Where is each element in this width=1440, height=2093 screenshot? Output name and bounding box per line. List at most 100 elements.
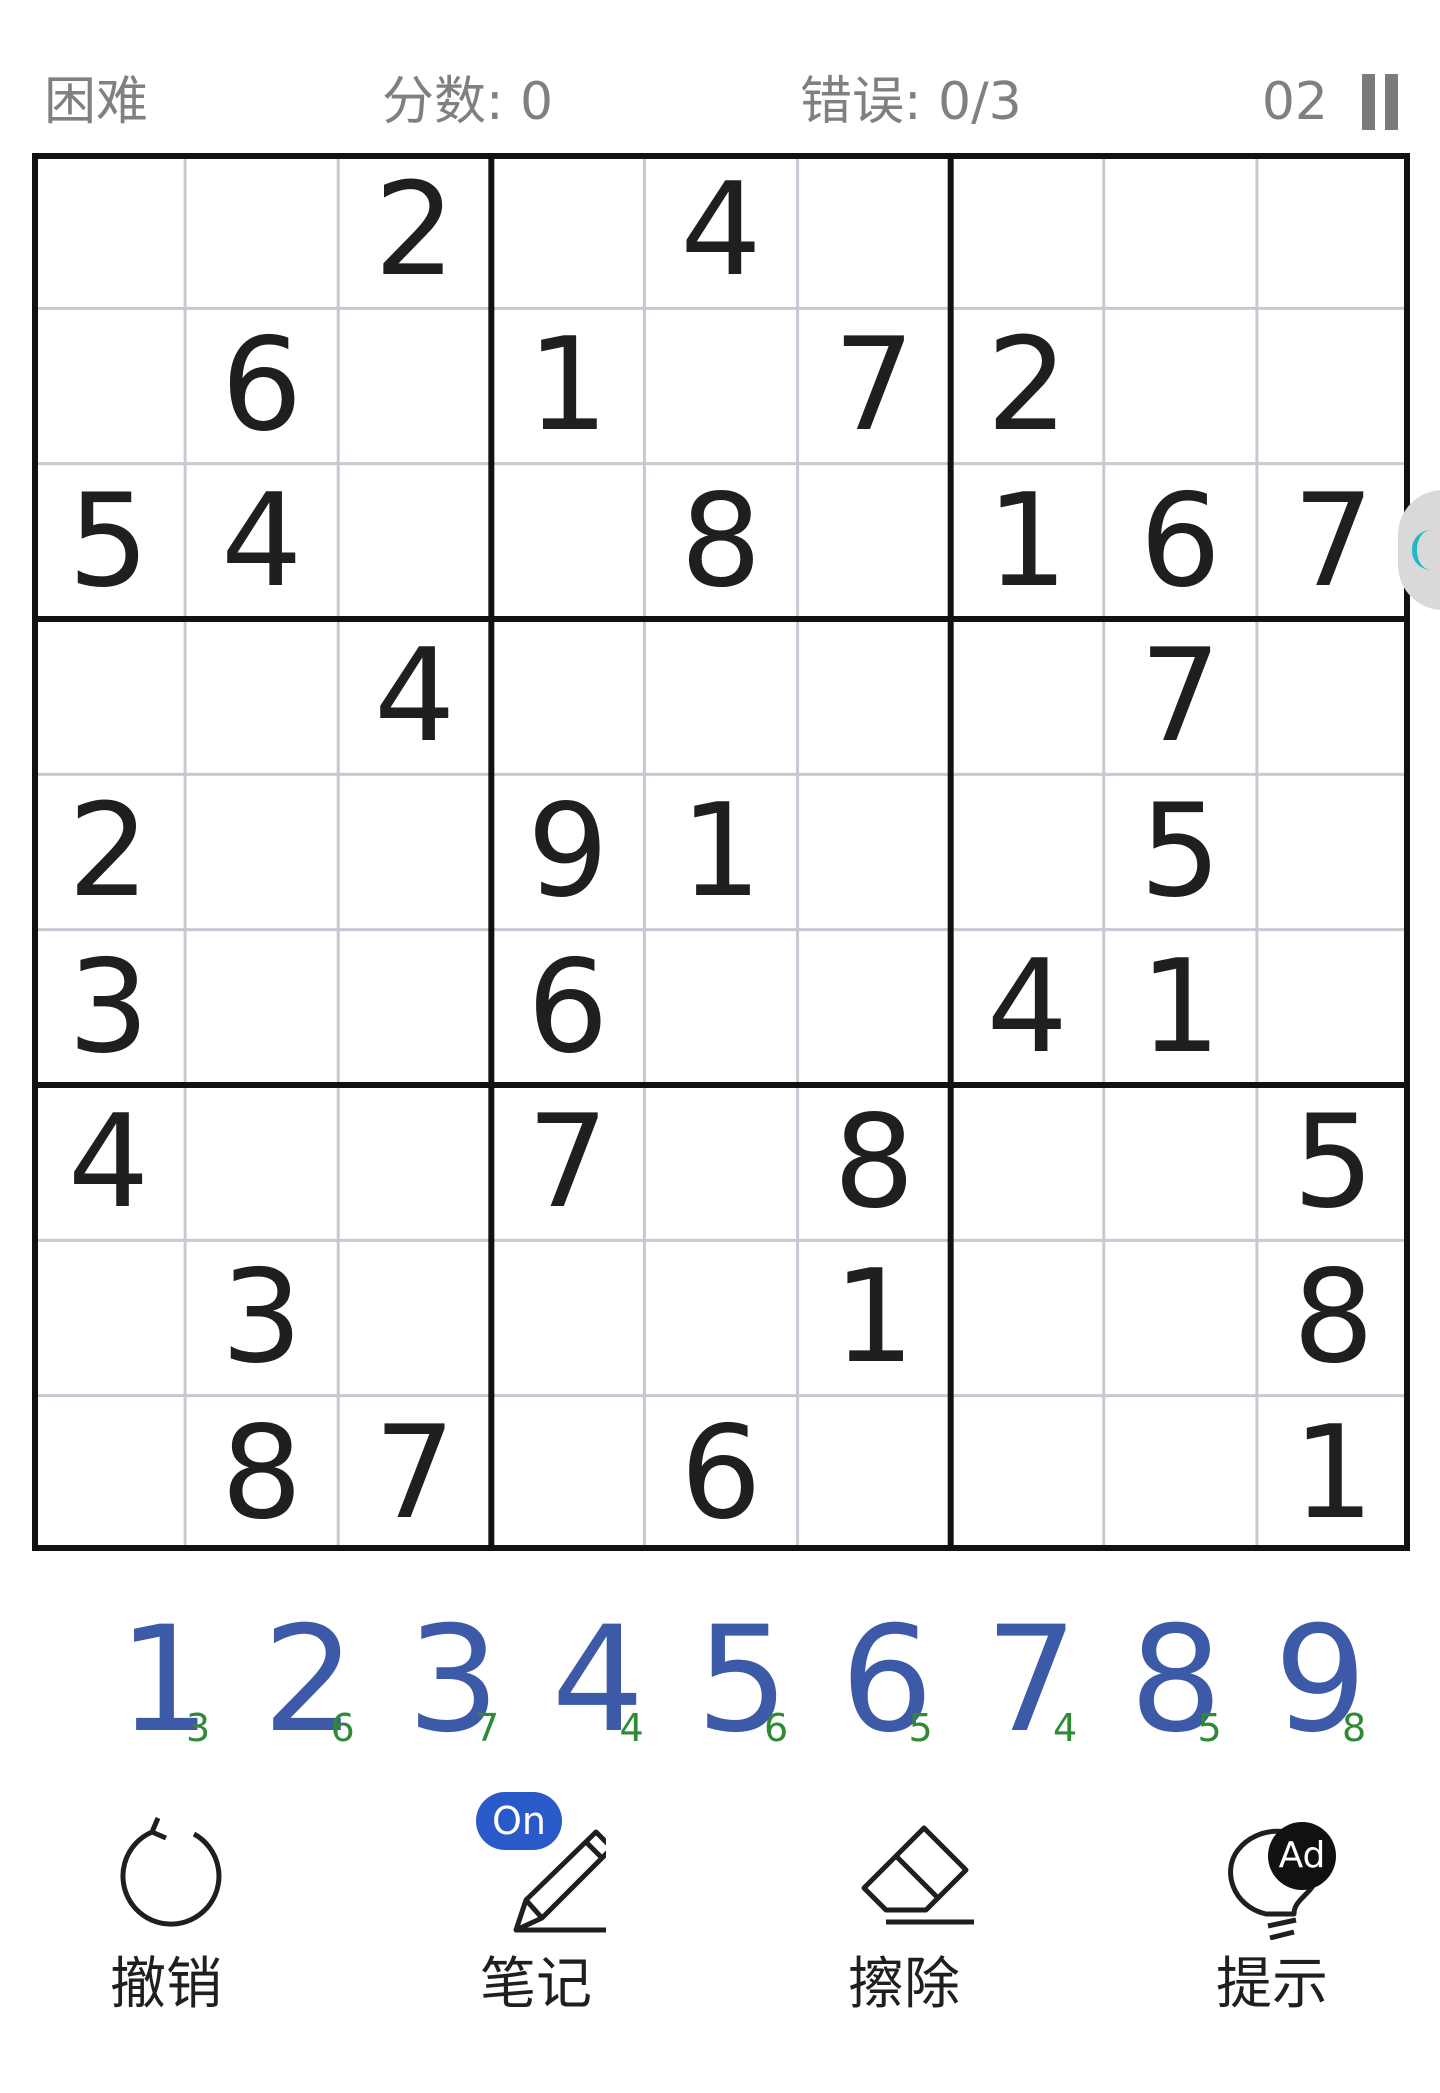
number-button-1[interactable]: 13 (118, 1600, 258, 1760)
number-button-8[interactable]: 85 (1130, 1600, 1270, 1760)
board-cell-r4-c9[interactable] (1257, 619, 1410, 774)
board-cell-r4-c1[interactable] (32, 619, 185, 774)
board-cell-r9-c9[interactable]: 1 (1257, 1396, 1410, 1551)
erase-button[interactable]: 擦除 (804, 1800, 1004, 2030)
board-cell-r8-c9[interactable]: 8 (1257, 1240, 1410, 1395)
board-cell-r3-c1[interactable]: 5 (32, 464, 185, 619)
board-cell-r9-c6[interactable] (798, 1396, 951, 1551)
board-cell-r8-c2[interactable]: 3 (185, 1240, 338, 1395)
board-cell-r5-c3[interactable] (338, 774, 491, 929)
board-cell-r7-c3[interactable] (338, 1085, 491, 1240)
number-button-2[interactable]: 26 (263, 1600, 403, 1760)
board-cell-r1-c6[interactable] (798, 153, 951, 308)
board-cell-r6-c3[interactable] (338, 930, 491, 1085)
number-button-7[interactable]: 74 (985, 1600, 1125, 1760)
board-cell-r3-c7[interactable]: 1 (951, 464, 1104, 619)
board-cell-r9-c3[interactable]: 7 (338, 1396, 491, 1551)
board-cell-r2-c4[interactable]: 1 (491, 308, 644, 463)
board-cell-r7-c6[interactable]: 8 (798, 1085, 951, 1240)
board-cell-r2-c5[interactable] (644, 308, 797, 463)
board-cell-r1-c3[interactable]: 2 (338, 153, 491, 308)
board-cell-r2-c1[interactable] (32, 308, 185, 463)
board-cell-r6-c4[interactable]: 6 (491, 930, 644, 1085)
board-cell-r3-c2[interactable]: 4 (185, 464, 338, 619)
board-cell-r7-c9[interactable]: 5 (1257, 1085, 1410, 1240)
board-cell-r9-c7[interactable] (951, 1396, 1104, 1551)
board-cell-r1-c5[interactable]: 4 (644, 153, 797, 308)
board-cell-r1-c4[interactable] (491, 153, 644, 308)
board-cell-r4-c6[interactable] (798, 619, 951, 774)
board-cell-r2-c9[interactable] (1257, 308, 1410, 463)
notes-button[interactable]: On 笔记 (436, 1792, 636, 2030)
board-cell-r3-c4[interactable] (491, 464, 644, 619)
undo-button[interactable]: 撤销 (66, 1800, 266, 2030)
board-cell-r8-c5[interactable] (644, 1240, 797, 1395)
board-cell-r4-c8[interactable]: 7 (1104, 619, 1257, 774)
board-cell-r8-c8[interactable] (1104, 1240, 1257, 1395)
board-cell-r2-c8[interactable] (1104, 308, 1257, 463)
board-cell-r1-c1[interactable] (32, 153, 185, 308)
board-cell-r5-c1[interactable]: 2 (32, 774, 185, 929)
board-cell-r7-c2[interactable] (185, 1085, 338, 1240)
board-cell-r6-c5[interactable] (644, 930, 797, 1085)
board-cell-r7-c8[interactable] (1104, 1085, 1257, 1240)
board-cell-r6-c1[interactable]: 3 (32, 930, 185, 1085)
board-cell-r3-c3[interactable] (338, 464, 491, 619)
board-cell-r4-c5[interactable] (644, 619, 797, 774)
remaining-count: 4 (619, 1706, 644, 1750)
board-cell-r5-c5[interactable]: 1 (644, 774, 797, 929)
number-button-5[interactable]: 56 (696, 1600, 836, 1760)
board-cell-r7-c5[interactable] (644, 1085, 797, 1240)
board-cell-r8-c7[interactable] (951, 1240, 1104, 1395)
board-cell-r8-c6[interactable]: 1 (798, 1240, 951, 1395)
board-cell-r5-c4[interactable]: 9 (491, 774, 644, 929)
board-cell-r9-c2[interactable]: 8 (185, 1396, 338, 1551)
board-cell-r2-c2[interactable]: 6 (185, 308, 338, 463)
remaining-count: 7 (475, 1706, 500, 1750)
board-cell-r2-c6[interactable]: 7 (798, 308, 951, 463)
hint-button[interactable]: Ad 提示 (1172, 1800, 1372, 2030)
board-cell-r3-c5[interactable]: 8 (644, 464, 797, 619)
board-cell-r5-c2[interactable] (185, 774, 338, 929)
board-cell-r6-c6[interactable] (798, 930, 951, 1085)
number-button-3[interactable]: 37 (407, 1600, 547, 1760)
board-cell-r9-c5[interactable]: 6 (644, 1396, 797, 1551)
board-cell-r3-c9[interactable]: 7 (1257, 464, 1410, 619)
board-cell-r6-c2[interactable] (185, 930, 338, 1085)
board-cell-r5-c8[interactable]: 5 (1104, 774, 1257, 929)
board-cell-r4-c7[interactable] (951, 619, 1104, 774)
board-cell-r9-c4[interactable] (491, 1396, 644, 1551)
board-cell-r2-c7[interactable]: 2 (951, 308, 1104, 463)
number-button-9[interactable]: 98 (1274, 1600, 1414, 1760)
pause-icon-bar-left (1362, 74, 1375, 130)
board-cell-r3-c8[interactable]: 6 (1104, 464, 1257, 619)
board-cell-r9-c8[interactable] (1104, 1396, 1257, 1551)
board-cell-r1-c2[interactable] (185, 153, 338, 308)
board-cell-r5-c7[interactable] (951, 774, 1104, 929)
board-cell-r8-c3[interactable] (338, 1240, 491, 1395)
board-cell-r4-c2[interactable] (185, 619, 338, 774)
board-cell-r5-c6[interactable] (798, 774, 951, 929)
board-cell-r8-c1[interactable] (32, 1240, 185, 1395)
board-cell-r1-c8[interactable] (1104, 153, 1257, 308)
board-cell-r1-c7[interactable] (951, 153, 1104, 308)
board-cell-r7-c7[interactable] (951, 1085, 1104, 1240)
board-cell-r6-c7[interactable]: 4 (951, 930, 1104, 1085)
number-button-6[interactable]: 65 (841, 1600, 981, 1760)
board-cell-r6-c8[interactable]: 1 (1104, 930, 1257, 1085)
board-cell-r9-c1[interactable] (32, 1396, 185, 1551)
board-cell-r1-c9[interactable] (1257, 153, 1410, 308)
board-cell-r7-c4[interactable]: 7 (491, 1085, 644, 1240)
board-cell-r5-c9[interactable] (1257, 774, 1410, 929)
number-button-4[interactable]: 44 (552, 1600, 692, 1760)
board-cell-r8-c4[interactable] (491, 1240, 644, 1395)
remaining-count: 3 (186, 1706, 211, 1750)
board-cell-r3-c6[interactable] (798, 464, 951, 619)
board-cell-r2-c3[interactable] (338, 308, 491, 463)
remaining-count: 6 (764, 1706, 789, 1750)
board-cell-r4-c3[interactable]: 4 (338, 619, 491, 774)
pause-button[interactable] (1358, 74, 1402, 130)
board-cell-r6-c9[interactable] (1257, 930, 1410, 1085)
board-cell-r7-c1[interactable]: 4 (32, 1085, 185, 1240)
board-cell-r4-c4[interactable] (491, 619, 644, 774)
